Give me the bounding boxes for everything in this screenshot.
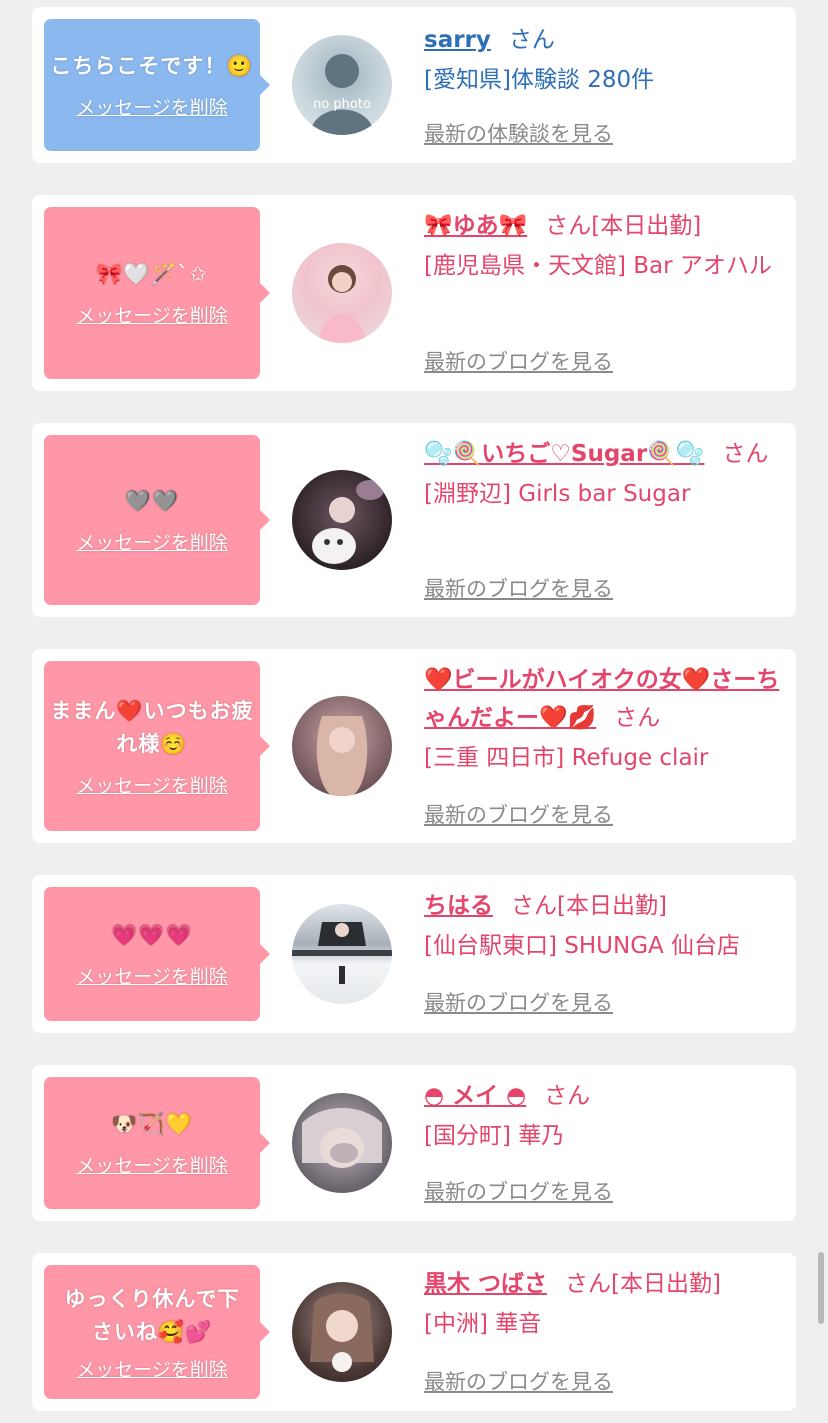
message-bubble: 🐶🏹💛 メッセージを削除	[44, 1077, 270, 1209]
shop-info: [三重 四日市] Refuge clair	[424, 745, 709, 771]
honorific: さん	[565, 1271, 612, 1297]
delete-message-link[interactable]: メッセージを削除	[76, 962, 228, 989]
message-card: 🎀🤍🪄ˋ✩ メッセージを削除 🎀ゆあ🎀 さん[本日出勤] [鹿児島県・天文館] B…	[32, 195, 796, 391]
shop-info: [仙台駅東口] SHUNGA 仙台店	[424, 933, 741, 959]
message-card: こちらこそです！🙂 メッセージを削除 no photo sarry さん [愛知県…	[32, 7, 796, 163]
name-line: 🎀ゆあ🎀 さん[本日出勤]	[424, 207, 784, 245]
no-photo-icon	[310, 54, 374, 135]
message-text: 🐶🏹💛	[111, 1112, 193, 1136]
user-info: sarry さん [愛知県]体験談 280件	[424, 21, 784, 99]
message-text: 💗💗💗	[111, 923, 193, 947]
user-info: 🎀ゆあ🎀 さん[本日出勤] [鹿児島県・天文館] Bar アオハル	[424, 207, 784, 285]
message-text: 🩶🩶	[124, 489, 180, 513]
name-line: 黒木 つばさ さん[本日出勤]	[424, 1265, 784, 1303]
user-name-link[interactable]: ちはる	[424, 893, 493, 919]
delete-message-link[interactable]: メッセージを削除	[76, 1151, 228, 1178]
delete-message-link[interactable]: メッセージを削除	[76, 93, 228, 120]
shop-info: [鹿児島県・天文館] Bar アオハル	[424, 253, 772, 279]
user-name-link[interactable]: ❤️ビールがハイオクの女❤️さーちゃんだよー❤️💋	[424, 667, 779, 731]
message-text: こちらこそです！🙂	[50, 54, 254, 78]
avatar[interactable]	[292, 1093, 392, 1193]
delete-message-link[interactable]: メッセージを削除	[76, 301, 228, 328]
honorific: さん	[545, 213, 592, 239]
user-info: ◓ メイ ◓ さん [国分町] 華乃	[424, 1077, 784, 1155]
profile-photo-icon	[292, 922, 392, 984]
user-info: ❤️ビールがハイオクの女❤️さーちゃんだよー❤️💋 さん [三重 四日市] Ref…	[424, 661, 784, 777]
profile-photo-icon	[312, 480, 384, 564]
message-bubble: 💗💗💗 メッセージを削除	[44, 887, 270, 1021]
profile-photo-icon	[310, 1293, 374, 1372]
avatar[interactable]	[292, 243, 392, 343]
latest-blog-link[interactable]: 最新のブログを見る	[424, 1366, 613, 1396]
message-bubble: ままん❤️いつもお疲れ様☺️ メッセージを削除	[44, 661, 270, 831]
latest-blog-link[interactable]: 最新のブログを見る	[424, 799, 613, 829]
status-suffix: [本日出勤]	[611, 1271, 721, 1297]
latest-blog-link[interactable]: 最新のブログを見る	[424, 1176, 613, 1206]
shop-info: [愛知県]体験談 280件	[424, 67, 655, 93]
latest-blog-link[interactable]: 最新のブログを見る	[424, 987, 613, 1017]
delete-message-link[interactable]: メッセージを削除	[76, 528, 228, 555]
profile-photo-icon	[302, 1108, 382, 1168]
profile-photo-icon	[318, 265, 366, 343]
user-info: 🫧🍭いちご♡Sugar🍭🫧 さん [淵野辺] Girls bar Sugar	[424, 435, 784, 513]
delete-message-link[interactable]: メッセージを削除	[76, 771, 228, 798]
shop-info: [国分町] 華乃	[424, 1123, 565, 1149]
profile-photo-icon	[316, 716, 368, 796]
scrollbar-thumb[interactable]	[818, 1252, 824, 1324]
message-bubble: ゆっくり休んで下さいね🥰💕 メッセージを削除	[44, 1265, 270, 1399]
user-info: 黒木 つばさ さん[本日出勤] [中洲] 華音	[424, 1265, 784, 1343]
honorific: さん	[614, 705, 661, 731]
message-text: ゆっくり休んで下さいね🥰💕	[64, 1286, 240, 1344]
message-card: 💗💗💗 メッセージを削除 ちはる さん[本日出勤] [仙台駅東口] SHUNGA …	[32, 875, 796, 1033]
message-card: 🩶🩶 メッセージを削除 🫧🍭いちご♡Sugar🍭🫧 さん [淵野辺] Girls …	[32, 423, 796, 617]
shop-info: [中洲] 華音	[424, 1311, 542, 1337]
message-card: ゆっくり休んで下さいね🥰💕 メッセージを削除 黒木 つばさ さん[本日出勤] [中…	[32, 1253, 796, 1411]
avatar[interactable]	[292, 904, 392, 1004]
name-line: 🫧🍭いちご♡Sugar🍭🫧 さん	[424, 435, 784, 473]
name-line: sarry さん	[424, 21, 784, 59]
shop-info: [淵野辺] Girls bar Sugar	[424, 481, 691, 507]
honorific: さん	[544, 1083, 591, 1109]
delete-message-link[interactable]: メッセージを削除	[76, 1355, 228, 1382]
avatar[interactable]	[292, 1282, 392, 1382]
message-card: 🐶🏹💛 メッセージを削除 ◓ メイ ◓ さん [国分町] 華乃 最新のブログを見る	[32, 1065, 796, 1221]
message-text: ままん❤️いつもお疲れ様☺️	[50, 698, 254, 756]
name-line: ❤️ビールがハイオクの女❤️さーちゃんだよー❤️💋 さん	[424, 661, 784, 737]
user-name-link[interactable]: 🫧🍭いちご♡Sugar🍭🫧	[424, 441, 704, 467]
latest-blog-link[interactable]: 最新のブログを見る	[424, 346, 613, 376]
user-name-link[interactable]: 黒木 つばさ	[424, 1271, 547, 1297]
no-photo-label: no photo	[313, 97, 371, 112]
user-name-link[interactable]: ◓ メイ ◓	[424, 1083, 526, 1109]
name-line: ◓ メイ ◓ さん	[424, 1077, 784, 1115]
name-line: ちはる さん[本日出勤]	[424, 887, 784, 925]
user-name-link[interactable]: 🎀ゆあ🎀	[424, 213, 527, 239]
latest-blog-link[interactable]: 最新のブログを見る	[424, 573, 613, 603]
user-info: ちはる さん[本日出勤] [仙台駅東口] SHUNGA 仙台店	[424, 887, 784, 965]
status-suffix: [本日出勤]	[557, 893, 667, 919]
honorific: さん	[511, 893, 557, 919]
message-card: ままん❤️いつもお疲れ様☺️ メッセージを削除 ❤️ビールがハイオクの女❤️さー…	[32, 649, 796, 843]
honorific: さん	[722, 441, 769, 467]
avatar[interactable]: no photo	[292, 35, 392, 135]
message-bubble: 🩶🩶 メッセージを削除	[44, 435, 270, 605]
message-bubble: こちらこそです！🙂 メッセージを削除	[44, 19, 270, 151]
latest-review-link[interactable]: 最新の体験談を見る	[424, 118, 613, 148]
honorific: さん	[508, 27, 555, 53]
status-suffix: [本日出勤]	[591, 213, 702, 239]
avatar[interactable]	[292, 696, 392, 796]
message-bubble: 🎀🤍🪄ˋ✩ メッセージを削除	[44, 207, 270, 379]
user-name-link[interactable]: sarry	[424, 27, 491, 53]
avatar[interactable]	[292, 470, 392, 570]
message-text: 🎀🤍🪄ˋ✩	[96, 262, 208, 286]
